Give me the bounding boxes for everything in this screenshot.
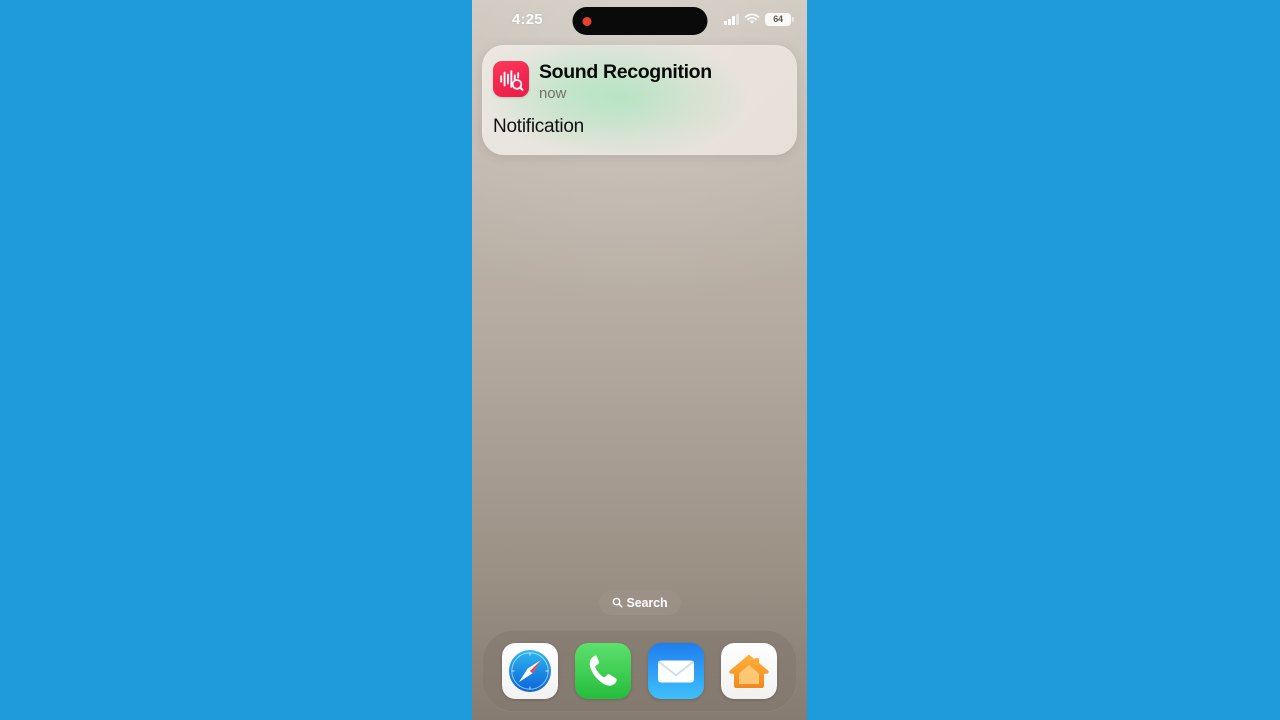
status-bar-indicators: 64 [724,11,795,27]
cellular-signal-icon [724,13,739,25]
dock-app-phone[interactable] [575,643,632,699]
dock [482,630,797,712]
phone-screen: 4:25 64 Sound Recognition now Notificati… [472,0,807,720]
dock-app-home[interactable] [720,643,777,699]
battery-icon: 64 [765,12,795,26]
wifi-icon [744,13,760,25]
notification-text-block: Sound Recognition now [539,61,712,104]
dock-app-mail[interactable] [647,643,704,699]
notification-header: Sound Recognition now [493,61,712,104]
status-bar-time: 4:25 [512,11,543,28]
status-bar: 4:25 64 [472,0,807,42]
search-pill-button[interactable]: Search [598,590,681,615]
notification-body-text: Notification [493,116,584,137]
dock-app-safari[interactable] [502,643,559,699]
sound-recognition-icon [493,61,529,97]
search-label: Search [626,595,668,610]
notification-app-name: Sound Recognition [539,61,712,83]
notification-timestamp: now [539,85,567,102]
magnifier-icon [612,597,622,608]
screen-recording-stage: 4:25 64 Sound Recognition now Notificati… [0,0,1280,720]
battery-level-text: 64 [773,13,783,24]
notification-banner[interactable]: Sound Recognition now Notification [482,45,797,155]
